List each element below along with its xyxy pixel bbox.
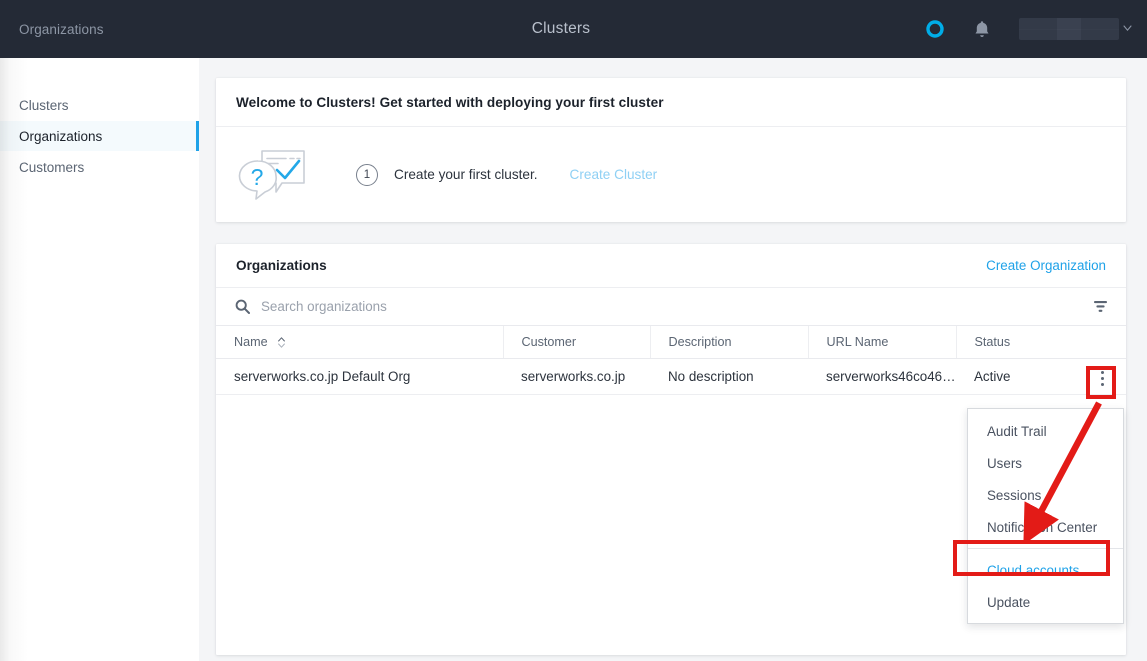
circle-ring-icon[interactable] [925, 19, 945, 39]
kebab-dot [1100, 376, 1104, 380]
chevron-down-icon [1123, 24, 1133, 35]
search-icon [235, 299, 250, 314]
x-logo-icon [493, 17, 519, 41]
organizations-table: Name Customer Description URL Name Statu… [216, 326, 1127, 395]
column-header-url-name[interactable]: URL Name [808, 326, 957, 359]
organizations-title: Organizations [236, 258, 327, 273]
filter-funnel-icon[interactable] [1093, 300, 1108, 313]
cell-name: serverworks.co.jp Default Org [216, 358, 503, 395]
svg-text:?: ? [251, 164, 264, 190]
cell-url-name: serverworks46co46j... [808, 358, 956, 395]
menu-item-cloud-accounts[interactable]: Cloud accounts [968, 554, 1123, 586]
top-bar: Organizations Clusters [0, 0, 1147, 58]
create-cluster-link[interactable]: Create Cluster [570, 167, 658, 182]
question-check-speech-bubbles-icon: ? [236, 147, 308, 203]
user-menu[interactable] [1019, 18, 1133, 40]
menu-item-update[interactable]: Update [968, 586, 1123, 618]
step-number: 1 [356, 163, 378, 186]
menu-item-sessions[interactable]: Sessions [968, 479, 1123, 511]
kebab-dot [1100, 370, 1104, 374]
sidebar-item-label: Customers [19, 159, 85, 175]
column-header-status[interactable]: Status [956, 326, 1127, 359]
app-root: Organizations Clusters Clusters Organiza… [0, 0, 1147, 661]
column-header-description[interactable]: Description [650, 326, 809, 359]
sidebar-item-customers[interactable]: Customers [0, 152, 199, 182]
column-header-name[interactable]: Name [216, 326, 504, 359]
cell-status: Active [956, 358, 1078, 395]
main-content: Welcome to Clusters! Get started with de… [199, 58, 1147, 661]
welcome-card: Welcome to Clusters! Get started with de… [216, 78, 1126, 222]
organizations-header: Organizations Create Organization [216, 244, 1126, 288]
table-row[interactable]: serverworks.co.jp Default Org serverwork… [216, 358, 1127, 395]
sort-updown-icon [278, 337, 285, 348]
column-label: Name [234, 334, 268, 349]
onboarding-step: 1 Create your first cluster. Create Clus… [356, 163, 658, 186]
sidebar-item-label: Clusters [19, 97, 69, 113]
menu-divider [968, 548, 1123, 549]
table-header-row: Name Customer Description URL Name Statu… [216, 326, 1127, 359]
sidebar: Clusters Organizations Customers [0, 58, 199, 661]
kebab-menu-icon[interactable] [1091, 366, 1113, 390]
bell-icon[interactable] [973, 19, 991, 39]
column-header-customer[interactable]: Customer [503, 326, 651, 359]
menu-item-users[interactable]: Users [968, 447, 1123, 479]
search-input[interactable] [261, 299, 581, 314]
brand-area: Clusters [158, 17, 925, 41]
search-row [216, 288, 1126, 326]
welcome-body: ? 1 Create your first cluster. Create Cl… [216, 127, 1126, 222]
cell-description: No description [650, 358, 808, 395]
search-group [235, 299, 1093, 314]
row-context-menu: Audit Trail Users Sessions Notification … [967, 408, 1124, 624]
step-text: Create your first cluster. [394, 167, 538, 182]
create-organization-button[interactable]: Create Organization [986, 258, 1106, 273]
menu-item-audit-trail[interactable]: Audit Trail [968, 415, 1123, 447]
kebab-dot [1100, 382, 1104, 386]
sidebar-item-label: Organizations [19, 128, 103, 144]
brand-title: Clusters [531, 20, 591, 37]
cell-customer: serverworks.co.jp [503, 358, 650, 395]
sidebar-item-clusters[interactable]: Clusters [0, 90, 199, 120]
cell-row-menu [1078, 358, 1127, 395]
menu-item-notification-center[interactable]: Notification Center [968, 511, 1123, 543]
organizations-card: Organizations Create Organization Search… [216, 244, 1127, 655]
user-name-redacted [1019, 18, 1119, 40]
welcome-title: Welcome to Clusters! Get started with de… [216, 78, 1126, 127]
topbar-actions [925, 18, 1147, 40]
sidebar-item-organizations[interactable]: Organizations [0, 121, 199, 151]
